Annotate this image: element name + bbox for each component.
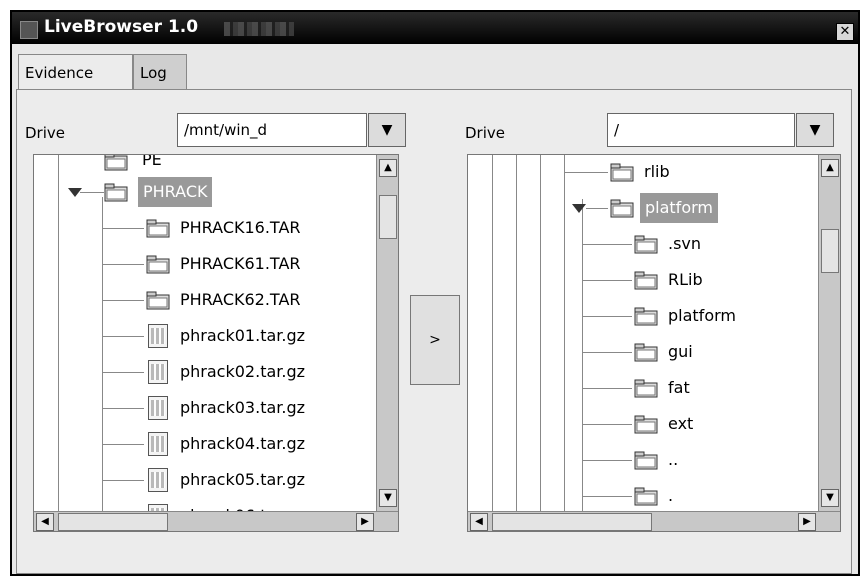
tree-row[interactable]: PE — [34, 154, 384, 175]
archive-file-icon — [148, 360, 168, 384]
tree-row[interactable]: phrack01.tar.gz — [34, 321, 384, 351]
tree-row[interactable]: phrack04.tar.gz — [34, 429, 384, 459]
folder-icon — [146, 254, 170, 274]
tree-item-label: platform — [668, 306, 736, 325]
evidence-panel: Drive /mnt/win_d ▼ PE PHRACK PHRACK16.TA… — [16, 89, 852, 574]
tree-row[interactable]: fat — [468, 373, 808, 403]
tree-item-label: PHRACK — [138, 177, 213, 207]
left-drive-label: Drive — [25, 124, 65, 142]
tree-item-label: platform — [640, 193, 718, 223]
left-file-tree[interactable]: PE PHRACK PHRACK16.TAR PHRACK61.TAR PHRA… — [33, 154, 399, 532]
tree-item-label: RLib — [668, 270, 703, 289]
tree-row[interactable]: rlib — [468, 157, 808, 187]
scroll-down-arrow-icon[interactable]: ▼ — [379, 489, 397, 507]
tree-item-label: .. — [668, 450, 679, 469]
scroll-thumb[interactable] — [379, 195, 397, 239]
scroll-left-arrow-icon[interactable]: ◀ — [470, 513, 488, 531]
chevron-down-icon: ▼ — [809, 122, 821, 138]
tree-row-selected[interactable]: PHRACK — [34, 177, 384, 207]
scroll-left-arrow-icon[interactable]: ◀ — [36, 513, 54, 531]
folder-icon — [146, 290, 170, 310]
left-drive-dropdown-button[interactable]: ▼ — [368, 113, 406, 147]
tree-row[interactable]: .svn — [468, 229, 808, 259]
folder-icon — [634, 486, 658, 506]
right-vertical-scrollbar[interactable]: ▲ ▼ — [818, 155, 840, 511]
tree-item-label: phrack05.tar.gz — [180, 470, 306, 489]
title-bar[interactable]: LiveBrowser 1.0 ✕ — [12, 12, 858, 44]
scroll-down-arrow-icon[interactable]: ▼ — [821, 489, 839, 507]
scroll-thumb[interactable] — [492, 513, 652, 531]
tree-item-label: PHRACK16.TAR — [180, 218, 301, 237]
archive-file-icon — [148, 396, 168, 420]
folder-icon — [634, 378, 658, 398]
tree-item-label: .svn — [668, 234, 702, 253]
folder-icon — [610, 162, 634, 182]
tree-item-label: PHRACK61.TAR — [180, 254, 301, 273]
folder-icon — [610, 198, 634, 218]
left-drive-combo-entry[interactable]: /mnt/win_d — [177, 113, 367, 147]
scroll-thumb[interactable] — [58, 513, 168, 531]
tree-item-label: gui — [668, 342, 693, 361]
app-icon — [20, 21, 38, 39]
tree-row[interactable]: . — [468, 481, 808, 511]
chevron-down-icon: ▼ — [381, 122, 393, 138]
scroll-up-arrow-icon[interactable]: ▲ — [379, 159, 397, 177]
tree-item-label: phrack02.tar.gz — [180, 362, 306, 381]
folder-icon — [634, 450, 658, 470]
right-drive-combo-entry[interactable]: / — [607, 113, 795, 147]
folder-icon — [104, 155, 128, 171]
left-horizontal-scrollbar[interactable]: ◀ ▶ — [34, 511, 398, 531]
tree-row[interactable]: phrack05.tar.gz — [34, 465, 384, 495]
tree-item-label: phrack03.tar.gz — [180, 398, 306, 417]
copy-to-right-button[interactable]: > — [410, 295, 460, 385]
tree-row[interactable]: phrack02.tar.gz — [34, 357, 384, 387]
folder-icon — [634, 270, 658, 290]
scroll-thumb[interactable] — [821, 229, 839, 273]
right-drive-label: Drive — [465, 124, 505, 142]
scroll-right-arrow-icon[interactable]: ▶ — [798, 513, 816, 531]
tree-item-label: PE — [142, 154, 162, 169]
archive-file-icon — [148, 432, 168, 456]
tree-item-label: fat — [668, 378, 690, 397]
tab-evidence[interactable]: Evidence — [18, 54, 133, 90]
window-title: LiveBrowser 1.0 — [44, 17, 199, 37]
tab-log[interactable]: Log — [133, 54, 187, 90]
left-vertical-scrollbar[interactable]: ▲ ▼ — [376, 155, 398, 511]
close-button[interactable]: ✕ — [836, 23, 854, 41]
archive-file-icon — [148, 324, 168, 348]
expander-arrow-icon[interactable] — [572, 204, 586, 213]
tree-row[interactable]: .. — [468, 445, 808, 475]
tree-row[interactable]: PHRACK62.TAR — [34, 285, 384, 315]
tree-row-selected[interactable]: platform — [468, 193, 808, 223]
tree-row[interactable]: ext — [468, 409, 808, 439]
tree-item-label: phrack01.tar.gz — [180, 326, 306, 345]
tree-item-label: rlib — [644, 162, 670, 181]
tree-row[interactable]: PHRACK61.TAR — [34, 249, 384, 279]
livebrowser-window: LiveBrowser 1.0 ✕ Evidence Log Drive /mn… — [10, 10, 860, 576]
folder-icon — [104, 182, 128, 202]
folder-icon — [634, 414, 658, 434]
folder-icon — [634, 342, 658, 362]
title-decoration — [224, 22, 294, 36]
tree-row[interactable]: phrack03.tar.gz — [34, 393, 384, 423]
tree-item-label: . — [668, 486, 674, 505]
archive-file-icon — [148, 468, 168, 492]
folder-icon — [634, 234, 658, 254]
folder-icon — [146, 218, 170, 238]
tree-item-label: ext — [668, 414, 694, 433]
tree-row[interactable]: gui — [468, 337, 808, 367]
tree-row[interactable]: platform — [468, 301, 808, 331]
scroll-up-arrow-icon[interactable]: ▲ — [821, 159, 839, 177]
folder-icon — [634, 306, 658, 326]
scroll-right-arrow-icon[interactable]: ▶ — [356, 513, 374, 531]
tree-item-label: PHRACK62.TAR — [180, 290, 301, 309]
tree-row[interactable]: PHRACK16.TAR — [34, 213, 384, 243]
right-file-tree[interactable]: rlib platform .svn RLib platform gui fat… — [467, 154, 841, 532]
right-horizontal-scrollbar[interactable]: ◀ ▶ — [468, 511, 840, 531]
tree-row[interactable]: RLib — [468, 265, 808, 295]
right-drive-dropdown-button[interactable]: ▼ — [796, 113, 834, 147]
tree-item-label: phrack04.tar.gz — [180, 434, 306, 453]
